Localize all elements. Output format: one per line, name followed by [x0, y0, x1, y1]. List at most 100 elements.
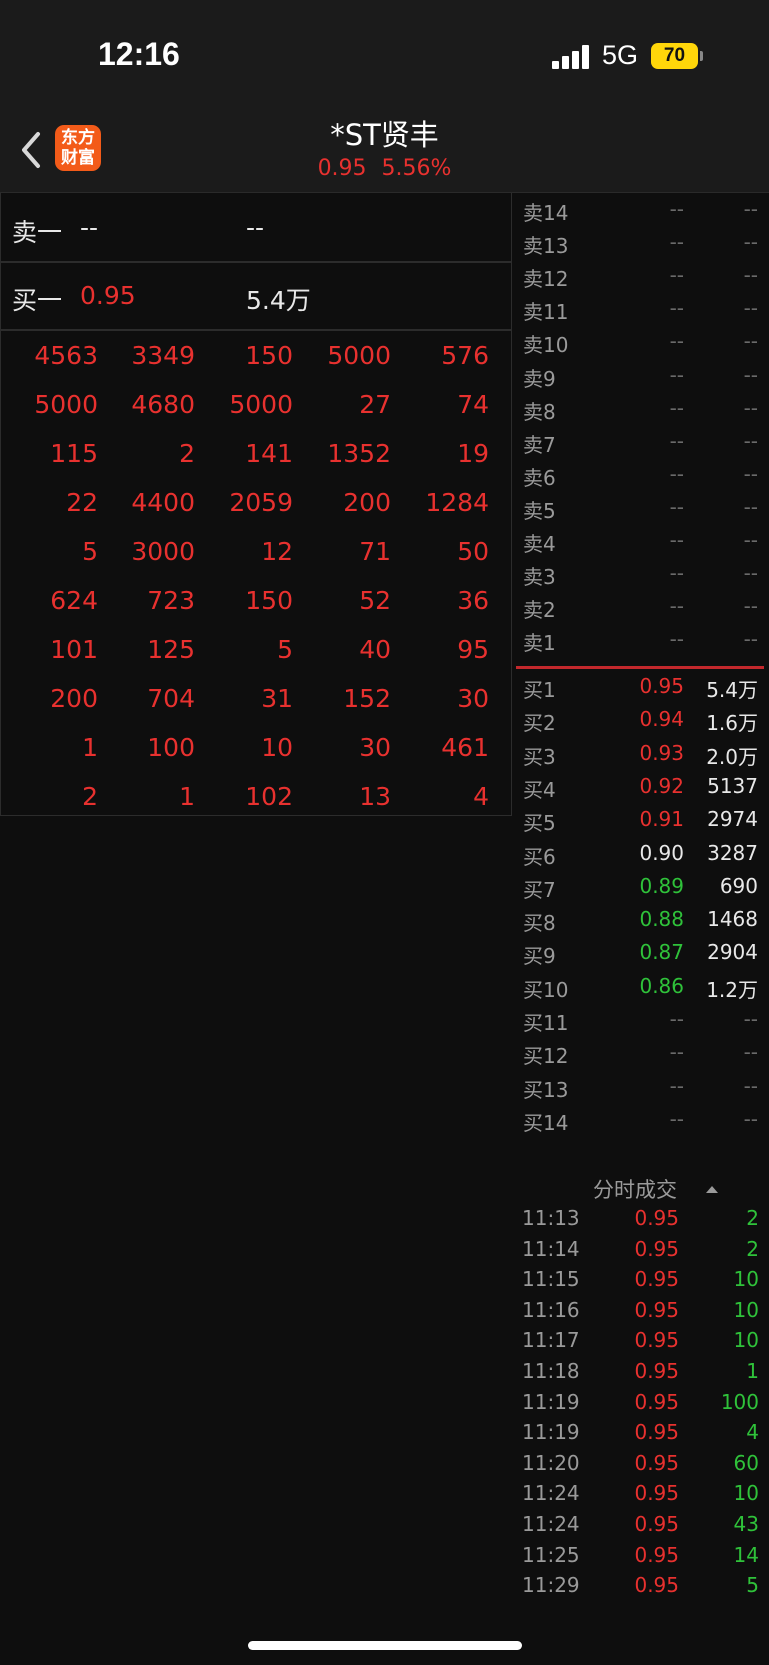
ask-row[interactable]: 卖3 -- -- — [514, 557, 769, 590]
bid-row[interactable]: 买12 -- -- — [514, 1036, 769, 1069]
level-price: -- — [669, 428, 684, 453]
grid-cell: 5000 — [327, 341, 391, 370]
ask-row[interactable]: 卖1 -- -- — [514, 623, 769, 656]
level-price: 0.93 — [639, 740, 684, 765]
level-price: -- — [669, 329, 684, 354]
clock: 12:16 — [98, 36, 180, 72]
bid-row[interactable]: 买13 -- -- — [514, 1070, 769, 1103]
ticks-title: 分时成交 — [593, 1178, 677, 1202]
network-type: 5G — [602, 40, 639, 70]
level-volume: -- — [743, 627, 758, 652]
grid-cell: 624 — [50, 586, 98, 615]
level-label: 卖11 — [523, 300, 569, 325]
stock-price: 0.95 — [317, 156, 367, 181]
grid-cell: 30 — [359, 733, 391, 762]
tick-volume: 2 — [746, 1206, 759, 1230]
level-volume: -- — [743, 230, 758, 255]
tick-row: 11:15 0.95 10 — [514, 1264, 769, 1294]
grid-cell: 704 — [147, 684, 195, 713]
bid-row[interactable]: 买3 0.93 2.0万 — [514, 737, 769, 770]
level-label: 卖8 — [523, 399, 556, 424]
level-volume: -- — [743, 362, 758, 387]
ask-row[interactable]: 卖2 -- -- — [514, 590, 769, 623]
bid-row[interactable]: 买14 -- -- — [514, 1103, 769, 1136]
level-price: 0.87 — [639, 940, 684, 965]
bid-row[interactable]: 买2 0.94 1.6万 — [514, 703, 769, 736]
ask-row[interactable]: 卖11 -- -- — [514, 292, 769, 325]
ask-row[interactable]: 卖4 -- -- — [514, 524, 769, 557]
grid-cell: 5000 — [34, 390, 98, 419]
order-queue-grid: 4563 3349 150 5000 576 5000 4680 5000 27 74 115 2 14… — [1, 333, 511, 823]
level-price: 0.88 — [639, 907, 684, 932]
level-volume: -- — [743, 494, 758, 519]
tick-time: 11:25 — [522, 1542, 580, 1567]
bid-row[interactable]: 买9 0.87 2904 — [514, 936, 769, 969]
level-price: 0.95 — [639, 674, 684, 698]
bid-row[interactable]: 买6 0.90 3287 — [514, 837, 769, 870]
grid-cell: 5 — [82, 537, 98, 566]
grid-cell: 461 — [441, 733, 489, 762]
sell-one-row[interactable]: 卖一 -- -- — [1, 193, 511, 263]
tick-time: 11:16 — [522, 1297, 580, 1322]
grid-row: 101 125 5 40 95 — [1, 627, 511, 676]
grid-cell: 576 — [441, 341, 489, 370]
ask-row[interactable]: 卖6 -- -- — [514, 458, 769, 491]
level-price: -- — [669, 627, 684, 652]
ask-row[interactable]: 卖10 -- -- — [514, 325, 769, 358]
tick-volume: 60 — [733, 1450, 759, 1475]
sell-one-label: 卖一 — [12, 218, 63, 247]
buy-one-row[interactable]: 买一 0.95 5.4万 — [1, 261, 511, 331]
level-volume: 2.0万 — [706, 744, 758, 769]
tick-volume: 100 — [720, 1389, 759, 1414]
grid-cell: 4680 — [131, 390, 195, 419]
grid-cell: 141 — [245, 439, 293, 468]
ask-row[interactable]: 卖14 -- -- — [514, 193, 769, 226]
caret-up-icon — [706, 1186, 718, 1193]
home-indicator[interactable] — [248, 1641, 522, 1650]
ask-row[interactable]: 卖7 -- -- — [514, 425, 769, 458]
level-price: -- — [669, 263, 684, 288]
grid-cell: 125 — [147, 635, 195, 664]
tick-price: 0.95 — [634, 1542, 679, 1567]
bid-row[interactable]: 买8 0.88 1468 — [514, 903, 769, 936]
header: 东方 财富 *ST贤丰 0.95 5.56% — [0, 110, 769, 193]
level-volume: -- — [743, 1040, 758, 1065]
grid-cell: 40 — [359, 635, 391, 664]
bid-row[interactable]: 买5 0.91 2974 — [514, 803, 769, 836]
grid-cell: 152 — [343, 684, 391, 713]
level-volume: 5137 — [707, 773, 758, 798]
level-volume: 1.6万 — [706, 711, 758, 736]
tick-row: 11:19 0.95 100 — [514, 1387, 769, 1417]
bid-row[interactable]: 买4 0.92 5137 — [514, 770, 769, 803]
grid-cell: 22 — [66, 488, 98, 517]
tick-volume: 4 — [746, 1420, 759, 1445]
tick-row: 11:16 0.95 10 — [514, 1295, 769, 1325]
tick-price: 0.95 — [634, 1420, 679, 1445]
ask-row[interactable]: 卖12 -- -- — [514, 259, 769, 292]
ask-row[interactable]: 卖13 -- -- — [514, 226, 769, 259]
tick-price: 0.95 — [634, 1481, 679, 1506]
ask-row[interactable]: 卖9 -- -- — [514, 359, 769, 392]
buy-one-label: 买一 — [12, 286, 63, 315]
level-price: -- — [669, 1073, 684, 1098]
ticks-header[interactable]: 分时成交 — [514, 1172, 769, 1202]
level-volume: -- — [743, 561, 758, 586]
grid-cell: 200 — [343, 488, 391, 517]
bid-row[interactable]: 买7 0.89 690 — [514, 870, 769, 903]
level-price: -- — [669, 594, 684, 619]
grid-cell: 1 — [179, 782, 195, 811]
ask-row[interactable]: 卖5 -- -- — [514, 491, 769, 524]
bid-row[interactable]: 买11 -- -- — [514, 1003, 769, 1036]
level-volume: 2974 — [707, 807, 758, 832]
tick-row: 11:14 0.95 2 — [514, 1234, 769, 1264]
grid-cell: 2059 — [229, 488, 293, 517]
grid-row: 200 704 31 152 30 — [1, 676, 511, 725]
bid-row[interactable]: 买10 0.86 1.2万 — [514, 970, 769, 1003]
tick-row: 11:20 0.95 60 — [514, 1448, 769, 1478]
level-label: 卖13 — [523, 234, 569, 259]
level-price: -- — [669, 1007, 684, 1031]
tick-price: 0.95 — [634, 1389, 679, 1414]
bid-row[interactable]: 买1 0.95 5.4万 — [514, 670, 769, 703]
level-price: -- — [669, 528, 684, 552]
ask-row[interactable]: 卖8 -- -- — [514, 392, 769, 425]
